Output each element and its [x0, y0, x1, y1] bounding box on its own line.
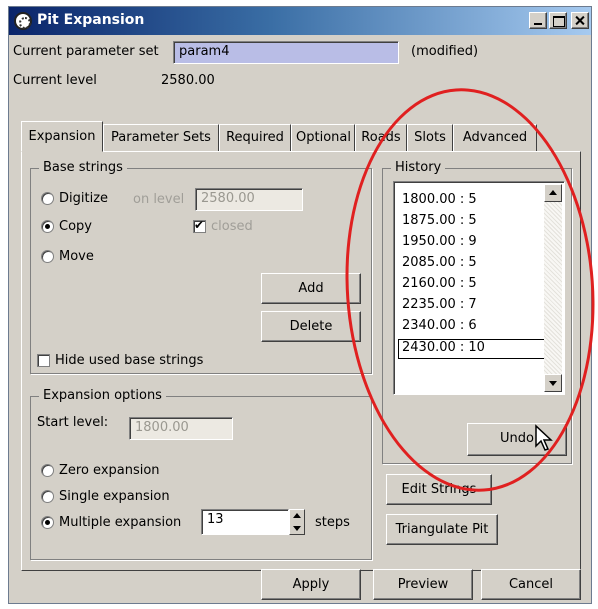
tab-expansion[interactable]: Expansion [21, 121, 103, 152]
closed-checkbox[interactable]: closed [193, 218, 253, 234]
apply-button[interactable]: Apply [261, 569, 361, 600]
param-set-field[interactable]: param4 [173, 41, 399, 64]
radio-zero-expansion[interactable]: Zero expansion [41, 463, 160, 478]
history-item[interactable]: 2160.00 : 5 [402, 276, 477, 291]
history-item[interactable]: 1800.00 : 5 [402, 192, 477, 207]
steps-input[interactable]: 13 [201, 509, 289, 535]
steps-spinner[interactable] [289, 509, 305, 535]
history-item-selected[interactable]: 2430.00 : 10 [398, 339, 548, 359]
closed-checkbox-box [193, 218, 206, 233]
triangulate-pit-button[interactable]: Triangulate Pit [386, 514, 498, 545]
hide-used-checkbox-box [37, 354, 50, 367]
history-group: History 1800.00 : 5 1875.00 : 5 1950.00 … [382, 160, 572, 464]
minimize-button[interactable] [529, 12, 547, 29]
window-title: Pit Expansion [37, 12, 145, 28]
steps-label: steps [315, 515, 350, 530]
tab-advanced[interactable]: Advanced [453, 124, 537, 152]
title-bar[interactable]: Pit Expansion [9, 7, 591, 35]
expansion-panel: Base strings Digitize Copy Move on level… [21, 151, 581, 571]
scroll-up-icon[interactable] [544, 184, 562, 202]
param-set-status: (modified) [411, 44, 479, 59]
radio-single-expansion[interactable]: Single expansion [41, 489, 170, 504]
cancel-button[interactable]: Cancel [481, 569, 581, 600]
app-gear-icon [14, 12, 32, 30]
history-item[interactable]: 1950.00 : 9 [402, 234, 477, 249]
radio-copy-circle [41, 220, 54, 233]
radio-copy[interactable]: Copy [41, 219, 92, 234]
close-button[interactable] [571, 12, 589, 29]
delete-button[interactable]: Delete [261, 311, 361, 342]
radio-zero-circle [41, 464, 54, 477]
tab-slots[interactable]: Slots [407, 124, 453, 152]
radio-move[interactable]: Move [41, 249, 94, 264]
radio-single-circle [41, 490, 54, 503]
radio-digitize[interactable]: Digitize [41, 191, 108, 206]
expansion-options-group: Expansion options Start level: 1800.00 Z… [30, 388, 372, 560]
radio-multiple-circle [41, 516, 54, 529]
history-list[interactable]: 1800.00 : 5 1875.00 : 5 1950.00 : 9 2085… [393, 181, 565, 395]
history-item[interactable]: 1875.00 : 5 [402, 213, 477, 228]
start-level-label: Start level: [37, 415, 109, 430]
on-level-field[interactable]: 2580.00 [195, 188, 303, 211]
current-level-label: Current level [13, 73, 97, 88]
radio-move-circle [41, 250, 54, 263]
spinner-down-icon[interactable] [293, 526, 301, 531]
preview-button[interactable]: Preview [373, 569, 473, 600]
start-level-field[interactable]: 1800.00 [129, 417, 233, 440]
expansion-options-legend: Expansion options [39, 388, 166, 403]
on-level-label: on level [133, 192, 185, 207]
maximize-button[interactable] [549, 12, 567, 29]
base-strings-legend: Base strings [39, 160, 127, 175]
history-legend: History [391, 160, 446, 175]
radio-digitize-circle [41, 192, 54, 205]
tab-required[interactable]: Required [219, 124, 291, 152]
tab-optional[interactable]: Optional [291, 124, 355, 152]
param-set-label: Current parameter set [13, 44, 159, 59]
add-button[interactable]: Add [261, 273, 361, 304]
param-set-value: param4 [179, 44, 230, 59]
pit-expansion-window: Pit Expansion Current parameter set para… [8, 6, 592, 604]
hide-used-checkbox[interactable]: Hide used base strings [37, 353, 203, 368]
tab-parameter-sets[interactable]: Parameter Sets [103, 124, 219, 152]
edit-strings-button[interactable]: Edit Strings [386, 474, 492, 505]
current-level-value: 2580.00 [161, 73, 215, 88]
radio-multiple-expansion[interactable]: Multiple expansion [41, 515, 181, 530]
mouse-cursor-icon [535, 424, 553, 451]
history-item[interactable]: 2235.00 : 7 [402, 297, 477, 312]
history-scrollbar[interactable] [544, 184, 562, 392]
history-item[interactable]: 2085.00 : 5 [402, 255, 477, 270]
scroll-down-icon[interactable] [544, 374, 562, 392]
tab-roads[interactable]: Roads [355, 124, 407, 152]
spinner-up-icon[interactable] [293, 513, 301, 518]
base-strings-group: Base strings Digitize Copy Move on level… [30, 160, 372, 374]
history-item[interactable]: 2340.00 : 6 [402, 318, 477, 333]
